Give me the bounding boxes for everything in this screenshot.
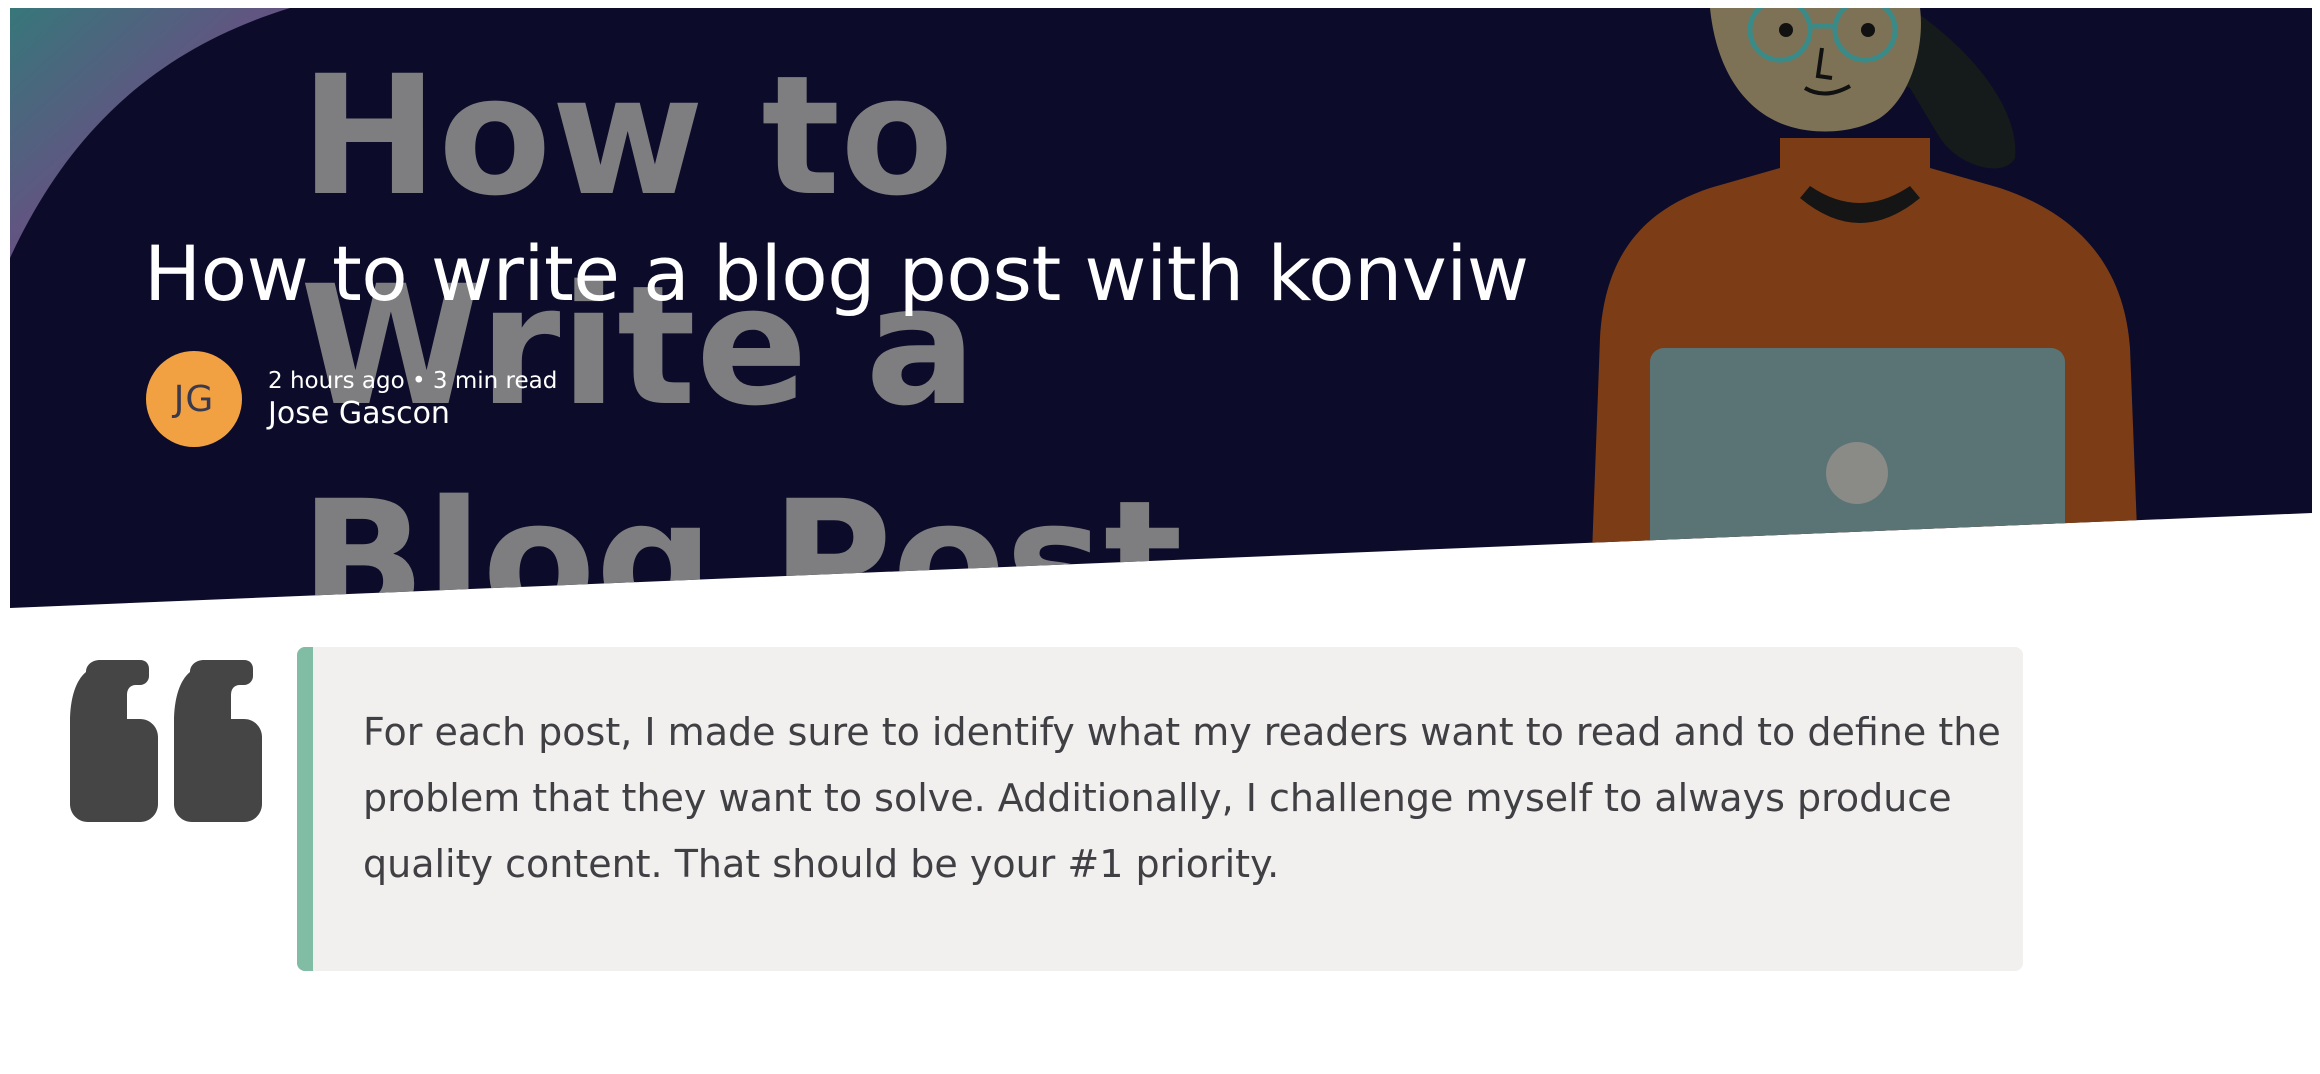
quote-text: For each post, I made sure to identify w… — [363, 710, 2001, 886]
left-eye — [1779, 23, 1793, 37]
quote-mark-left — [70, 660, 158, 822]
post-meta: 2 hours ago • 3 min read — [268, 368, 558, 394]
corner-swoosh-shape — [10, 8, 290, 258]
quote-icon — [70, 660, 262, 822]
author-name[interactable]: Jose Gascon — [268, 396, 557, 432]
author-info: JG 2 hours ago • 3 min read Jose Gascon — [146, 351, 557, 447]
laptop-logo — [1826, 442, 1888, 504]
blockquote: For each post, I made sure to identify w… — [297, 647, 2023, 971]
background-text-line-1: How to — [300, 40, 954, 232]
right-eye — [1861, 23, 1875, 37]
hero-banner: How to Write a Blog Post How to write a … — [10, 8, 2312, 608]
avatar[interactable]: JG — [146, 351, 242, 447]
page-title: How to write a blog post with konviw — [144, 229, 1529, 318]
quote-mark-right — [174, 660, 262, 822]
illustration-person — [1590, 8, 2140, 608]
author-meta: 2 hours ago • 3 min read Jose Gascon — [268, 366, 557, 432]
quote-accent-bar — [297, 647, 313, 971]
background-text-line-3: Blog Post — [300, 465, 1183, 608]
